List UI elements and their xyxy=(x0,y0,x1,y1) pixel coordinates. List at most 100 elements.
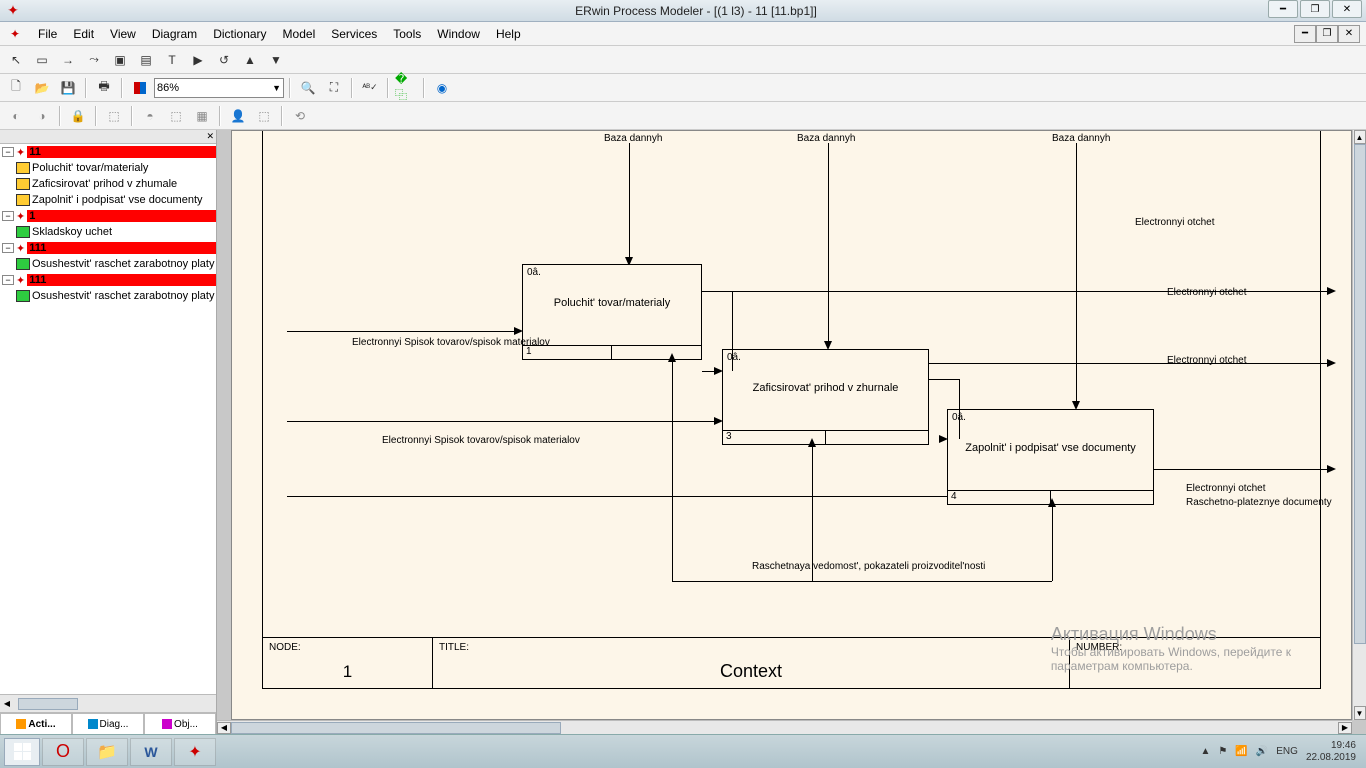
activity-icon xyxy=(16,258,30,270)
control-label-1: Baza dannyh xyxy=(604,133,662,144)
new-icon[interactable]: 🗋 xyxy=(4,77,28,99)
tree-item[interactable]: Poluchit' tovar/materialy xyxy=(32,162,148,174)
diagram-canvas[interactable]: Baza dannyh Baza dannyh Baza dannyh 0â. … xyxy=(231,130,1352,720)
zoom-fit-icon[interactable]: ⛶ xyxy=(322,77,346,99)
menu-services[interactable]: Services xyxy=(323,25,385,43)
tree-node-111[interactable]: 111 xyxy=(27,242,216,254)
tree-item[interactable]: Osushestvit' raschet zarabotnoy platy xyxy=(32,290,214,302)
tree-item[interactable]: Osushestvit' raschet zarabotnoy platy xyxy=(32,258,214,270)
activity-box-2[interactable]: 0â. Zaficsirovat' prihod v zhurnale 3 xyxy=(722,349,929,445)
close-button[interactable]: ✕ xyxy=(1332,0,1362,18)
save-icon[interactable]: 💾 xyxy=(56,77,80,99)
menu-diagram[interactable]: Diagram xyxy=(144,25,205,43)
arrow-tool-icon[interactable]: → xyxy=(56,49,80,71)
output-label-4: Electronnyi otchet xyxy=(1186,483,1266,494)
zoom-select[interactable]: 86%▼ xyxy=(154,78,284,98)
menu-window[interactable]: Window xyxy=(429,25,488,43)
activity-tool-icon[interactable]: ▭ xyxy=(30,49,54,71)
tree-node-11[interactable]: 11 xyxy=(27,146,216,158)
taskbar-app-erwin[interactable]: ✦ xyxy=(174,738,216,766)
output-label-5: Raschetno-plateznye documenty xyxy=(1186,497,1332,508)
canvas-v-scrollbar[interactable]: ▲▼ xyxy=(1352,130,1366,720)
ref-tool-icon[interactable]: ▣ xyxy=(108,49,132,71)
open-icon[interactable]: 📂 xyxy=(30,77,54,99)
tb3-icon-7[interactable]: ▦ xyxy=(190,105,214,127)
tray-flag-icon[interactable]: ⚑ xyxy=(1218,746,1227,757)
input-label-1: Electronnyi Spisok tovarov/spisok materi… xyxy=(352,337,550,348)
tb3-icon-6[interactable]: ⬚ xyxy=(164,105,188,127)
tab-diagrams[interactable]: Diag... xyxy=(72,713,144,734)
canvas-h-scrollbar[interactable]: ◀▶ xyxy=(217,720,1352,734)
tree-item[interactable]: Skladskoy uchet xyxy=(32,226,112,238)
tab-activities[interactable]: Acti... xyxy=(0,713,72,734)
system-tray[interactable]: ▲ ⚑ 📶 🔊 ENG 19:46 22.08.2019 xyxy=(1200,740,1362,764)
zoom-in-icon[interactable]: 🔍 xyxy=(296,77,320,99)
drawing-toolbar: ↖ ▭ → ⤳ ▣ ▤ T ▶ ↺ ▲ ▼ xyxy=(0,46,1366,74)
mdi-minimize-button[interactable]: ━ xyxy=(1294,25,1316,43)
tb3-icon-9[interactable]: ⬚ xyxy=(252,105,276,127)
tray-language[interactable]: ENG xyxy=(1276,746,1298,757)
tree-collapse-icon[interactable]: − xyxy=(2,147,14,157)
globe-icon[interactable]: ◉ xyxy=(430,77,454,99)
tree-node-1[interactable]: 1 xyxy=(27,210,216,222)
tray-clock[interactable]: 19:46 22.08.2019 xyxy=(1306,740,1356,764)
activity-box-3[interactable]: 0â. Zapolnit' i podpisat' vse documenty … xyxy=(947,409,1154,505)
tree-collapse-icon[interactable]: − xyxy=(2,243,14,253)
tb3-icon-5[interactable]: ◓ xyxy=(138,105,162,127)
model-explorer-icon[interactable] xyxy=(128,77,152,99)
taskbar-app-word[interactable]: W xyxy=(130,738,172,766)
hierarchy-icon[interactable]: �⿻ xyxy=(394,77,418,99)
tree-item[interactable]: Zapolnit' i podpisat' vse documenty xyxy=(32,194,203,206)
panel-close-button[interactable]: ✕ xyxy=(0,130,216,144)
spellcheck-icon[interactable]: ᴬᴮ✓ xyxy=(358,77,382,99)
tray-show-hidden-icon[interactable]: ▲ xyxy=(1200,746,1210,757)
menu-dictionary[interactable]: Dictionary xyxy=(205,25,274,43)
text-tool-icon[interactable]: T xyxy=(160,49,184,71)
diagram-frame-footer: NODE:1 TITLE:Context NUMBER: xyxy=(262,637,1321,689)
menu-view[interactable]: View xyxy=(102,25,144,43)
menu-tools[interactable]: Tools xyxy=(385,25,429,43)
tb3-icon-1[interactable]: ◐ xyxy=(4,105,28,127)
up-icon[interactable]: ▲ xyxy=(238,49,262,71)
output-label-1: Electronnyi otchet xyxy=(1135,217,1215,228)
tree-node-111b[interactable]: 111 xyxy=(27,274,216,286)
tree-collapse-icon[interactable]: − xyxy=(2,211,14,221)
activity-icon xyxy=(16,290,30,302)
tb3-icon-10[interactable]: ⟲ xyxy=(288,105,312,127)
tree-collapse-icon[interactable]: − xyxy=(2,275,14,285)
tab-objects[interactable]: Obj... xyxy=(144,713,216,734)
app-icon: ✦ xyxy=(4,2,22,20)
output-label-2: Electronnyi otchet xyxy=(1167,287,1247,298)
model-explorer-panel: ✕ −✦11 Poluchit' tovar/materialy Zaficsi… xyxy=(0,130,217,734)
cube-icon[interactable]: ⬚ xyxy=(102,105,126,127)
print-icon[interactable]: 🖶 xyxy=(92,77,116,99)
taskbar-app-explorer[interactable]: 📁 xyxy=(86,738,128,766)
maximize-button[interactable]: ❐ xyxy=(1300,0,1330,18)
taskbar-app-opera[interactable]: O xyxy=(42,738,84,766)
lock-icon[interactable]: 🔒 xyxy=(66,105,90,127)
window-title: ERwin Process Modeler - [(1 l3) - 11 [11… xyxy=(26,4,1366,18)
menu-help[interactable]: Help xyxy=(488,25,529,43)
person-icon[interactable]: 👤 xyxy=(226,105,250,127)
mdi-restore-button[interactable]: ❐ xyxy=(1316,25,1338,43)
tray-network-icon[interactable]: 📶 xyxy=(1235,746,1247,757)
menu-model[interactable]: Model xyxy=(275,25,324,43)
menu-bar: ✦ File Edit View Diagram Dictionary Mode… xyxy=(0,22,1366,46)
menu-file[interactable]: File xyxy=(30,25,65,43)
play-icon[interactable]: ▶ xyxy=(186,49,210,71)
activity-tree[interactable]: −✦11 Poluchit' tovar/materialy Zaficsiro… xyxy=(0,144,216,694)
pointer-tool-icon[interactable]: ↖ xyxy=(4,49,28,71)
mdi-close-button[interactable]: ✕ xyxy=(1338,25,1360,43)
tree-item[interactable]: Zaficsirovat' prihod v zhumale xyxy=(32,178,177,190)
tray-volume-icon[interactable]: 🔊 xyxy=(1256,746,1268,757)
start-button[interactable] xyxy=(4,738,40,766)
minimize-button[interactable]: ━ xyxy=(1268,0,1298,18)
org-tool-icon[interactable]: ▤ xyxy=(134,49,158,71)
menu-edit[interactable]: Edit xyxy=(65,25,102,43)
down-icon[interactable]: ▼ xyxy=(264,49,288,71)
undo-icon[interactable]: ↺ xyxy=(212,49,236,71)
mdi-app-icon: ✦ xyxy=(6,25,24,43)
squiggle-tool-icon[interactable]: ⤳ xyxy=(82,49,106,71)
tb3-icon-2[interactable]: ◑ xyxy=(30,105,54,127)
tree-h-scrollbar[interactable]: ◀ xyxy=(0,694,216,712)
